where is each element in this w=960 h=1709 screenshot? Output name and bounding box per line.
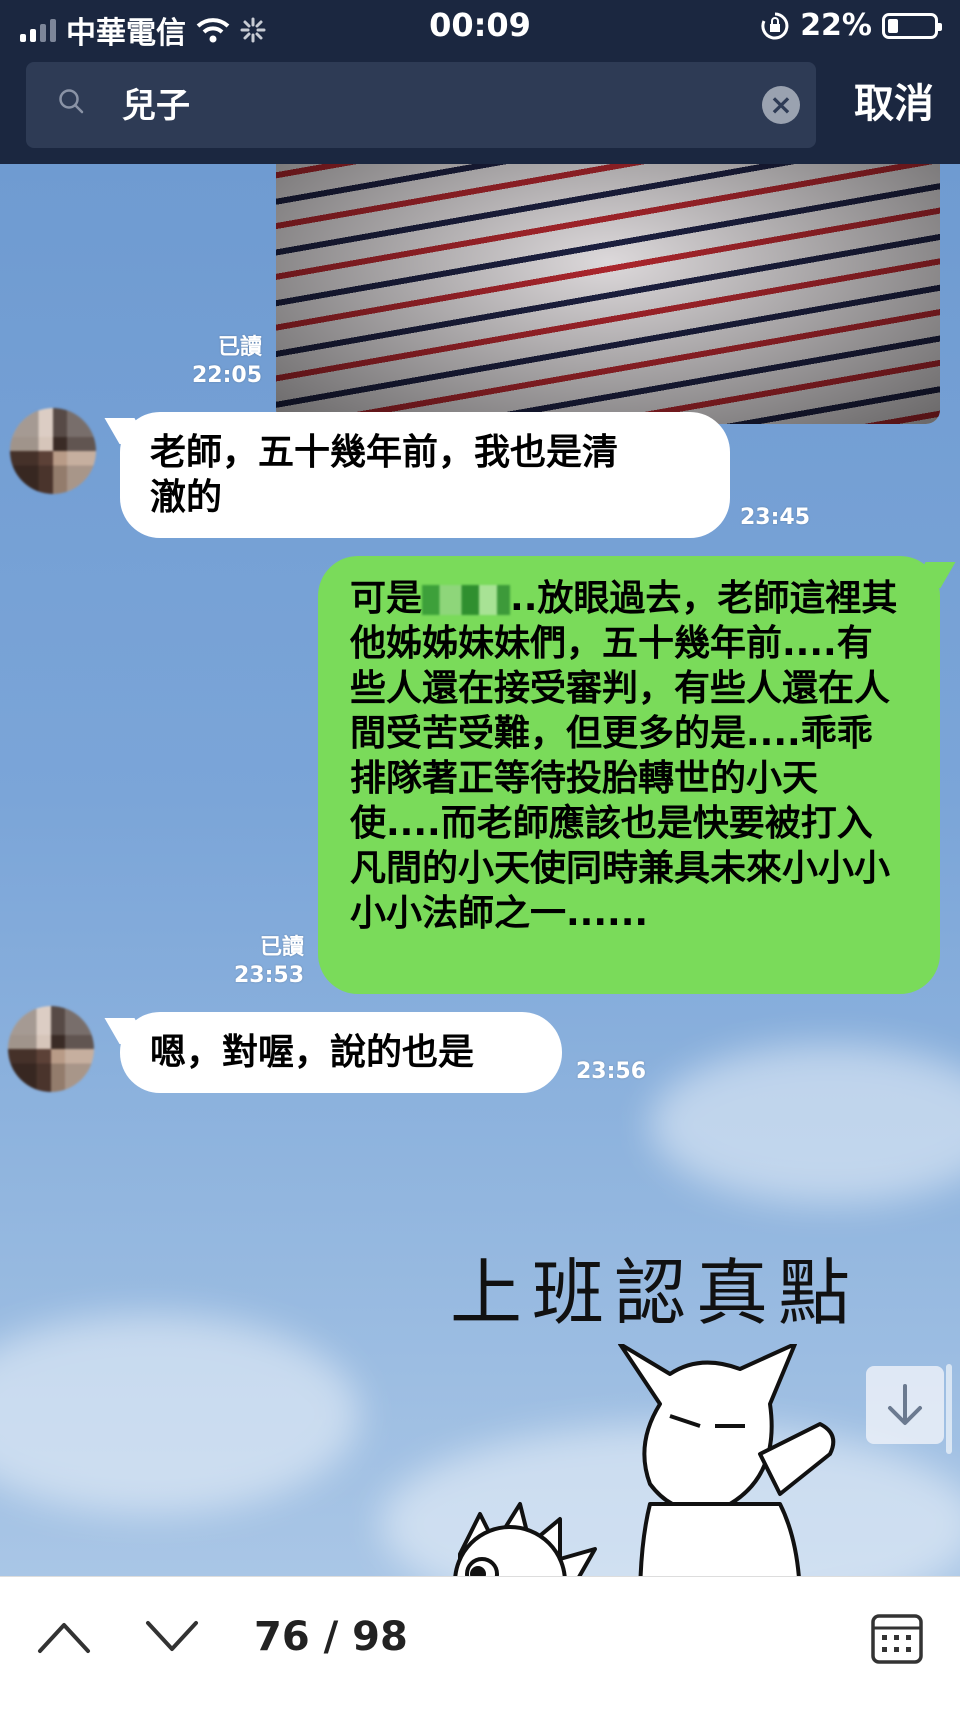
sticker-drawing [453,1344,836,1576]
message-meta: 已讀 23:53 [222,934,304,990]
message-time: 23:45 [740,505,811,530]
message-time: 23:56 [576,1059,647,1084]
read-receipt: 已讀 [217,335,262,360]
incoming-message-bubble[interactable]: 嗯，對喔，說的也是 [120,1012,562,1093]
chat-area[interactable]: 已讀 22:05 老師，五十幾年前，我也是清 澈的 23:45 可是 ..放眼過去… [0,164,960,1576]
incoming-message-bubble[interactable]: 老師，五十幾年前，我也是清 澈的 [120,412,730,538]
scrollbar[interactable] [946,1364,952,1454]
status-right: 22% [760,8,942,43]
result-counter: 76 / 98 [254,1614,408,1660]
photo-message[interactable] [276,164,940,424]
calendar-icon[interactable] [870,1613,924,1665]
message-text: 可是 [350,578,423,619]
battery-percent: 22% [800,8,872,43]
search-header: × 取消 [0,54,960,164]
orientation-lock-icon [761,12,789,39]
sticker-message[interactable]: 上班認真點 [400,1234,940,1576]
status-bar: 中華電信 00:09 22% [0,0,960,54]
search-result-bar: 76 / 98 [0,1576,960,1709]
search-input[interactable] [120,62,724,150]
read-receipt: 已讀 [259,935,304,960]
message-text: 裡其他姊姊妹妹們，五十幾年前....有些人還在接受審判，有些人還在人間受苦受難，… [350,578,898,934]
message-time: 22:05 [191,363,262,388]
search-icon [59,89,84,114]
previous-result-button[interactable] [36,1617,92,1657]
clear-search-icon[interactable]: × [762,86,800,124]
message-text: ..放眼過去，老師這 [510,578,826,619]
outgoing-message-bubble[interactable]: 可是 ..放眼過去，老師這裡其他姊姊妹妹們，五十幾年前....有些人還在接受審判，… [318,556,940,994]
avatar[interactable] [8,1006,94,1092]
search-box[interactable]: × [26,62,816,150]
scroll-to-bottom-button[interactable] [866,1366,944,1444]
message-time: 23:53 [233,963,304,988]
next-result-button[interactable] [144,1617,200,1657]
sticker-caption: 上班認真點 [450,1251,861,1335]
battery-icon [882,12,942,39]
cancel-button[interactable]: 取消 [854,72,934,136]
avatar[interactable] [10,408,96,494]
message-text: 嗯，對喔，說的也是 [150,1032,475,1073]
arrow-down-icon [888,1384,922,1425]
photo-meta: 已讀 22:05 [180,334,262,390]
message-text: 澈的 [150,477,223,518]
message-text: 老師，五十幾年前，我也是清 [150,432,619,473]
censored-text [422,585,511,615]
